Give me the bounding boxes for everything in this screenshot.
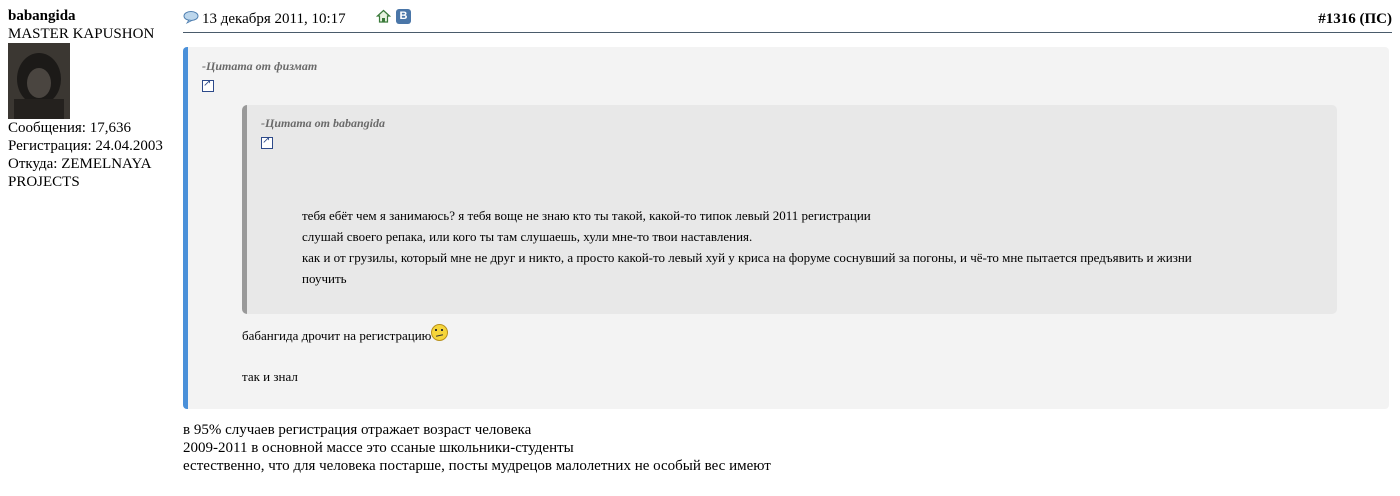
nested-quote-line: слушай своего репака, или кого ты там сл… — [302, 229, 753, 244]
user-posts-count: Сообщения: 17,636 — [8, 120, 131, 136]
nested-quote-line: тебя ебёт чем я занимаюсь? я тебя воще н… — [302, 208, 871, 223]
post-body: в 95% случаев регистрация отражает возра… — [183, 421, 771, 475]
home-icon[interactable] — [376, 9, 391, 24]
nested-quote-text: тебя ебёт чем я занимаюсь? я тебя воще н… — [302, 205, 1192, 289]
user-location-cont: PROJECTS — [8, 174, 80, 190]
user-info: babangida MASTER KAPUSHON Сообщения: 17,… — [8, 7, 180, 191]
quote-jump-icon[interactable] — [202, 78, 214, 92]
post-icon — [183, 11, 199, 24]
user-title: MASTER KAPUSHON — [8, 26, 155, 42]
nested-quote-line: как и от грузилы, который мне не друг и … — [302, 250, 1192, 265]
quote-title: -Цитата от физмат — [202, 59, 318, 73]
post: 13 декабря 2011, 10:17 В #1316 (ПС) -Цит… — [183, 7, 1392, 474]
post-number-suffix: (ПС) — [1359, 11, 1393, 27]
post-date: 13 декабря 2011, 10:17 — [202, 11, 346, 27]
post-number-link[interactable]: #1316 — [1318, 11, 1356, 27]
quote-text-line-2: так и знал — [242, 369, 298, 384]
user-location: Откуда: ZEMELNAYA — [8, 156, 152, 172]
quote-text-line: бабангида дрочит на регистрацию — [242, 324, 449, 345]
nested-quote-block: -Цитата от babangida тебя ебёт чем я зан… — [242, 105, 1337, 314]
username-link[interactable]: babangida — [8, 7, 180, 25]
post-body-line: в 95% случаев регистрация отражает возра… — [183, 422, 532, 438]
post-number: #1316 (ПС) — [1318, 9, 1392, 29]
smiley-icon — [431, 324, 449, 341]
post-body-line: 2009-2011 в основной массе это ссаные шк… — [183, 440, 574, 456]
nested-quote-jump-icon[interactable] — [261, 135, 273, 149]
post-body-line: естественно, что для человека постарше, … — [183, 458, 771, 474]
nested-quote-title: -Цитата от babangida — [261, 116, 386, 130]
nested-quote-line: поучить — [302, 271, 347, 286]
vk-icon[interactable]: В — [396, 9, 411, 24]
user-registration: Регистрация: 24.04.2003 — [8, 138, 163, 154]
quote-text: бабангида дрочит на регистрацию — [242, 328, 432, 343]
post-header: 13 декабря 2011, 10:17 В #1316 (ПС) — [183, 7, 1392, 33]
avatar[interactable] — [8, 43, 70, 119]
quote-block: -Цитата от физмат -Цитата от babangida т… — [183, 47, 1389, 409]
